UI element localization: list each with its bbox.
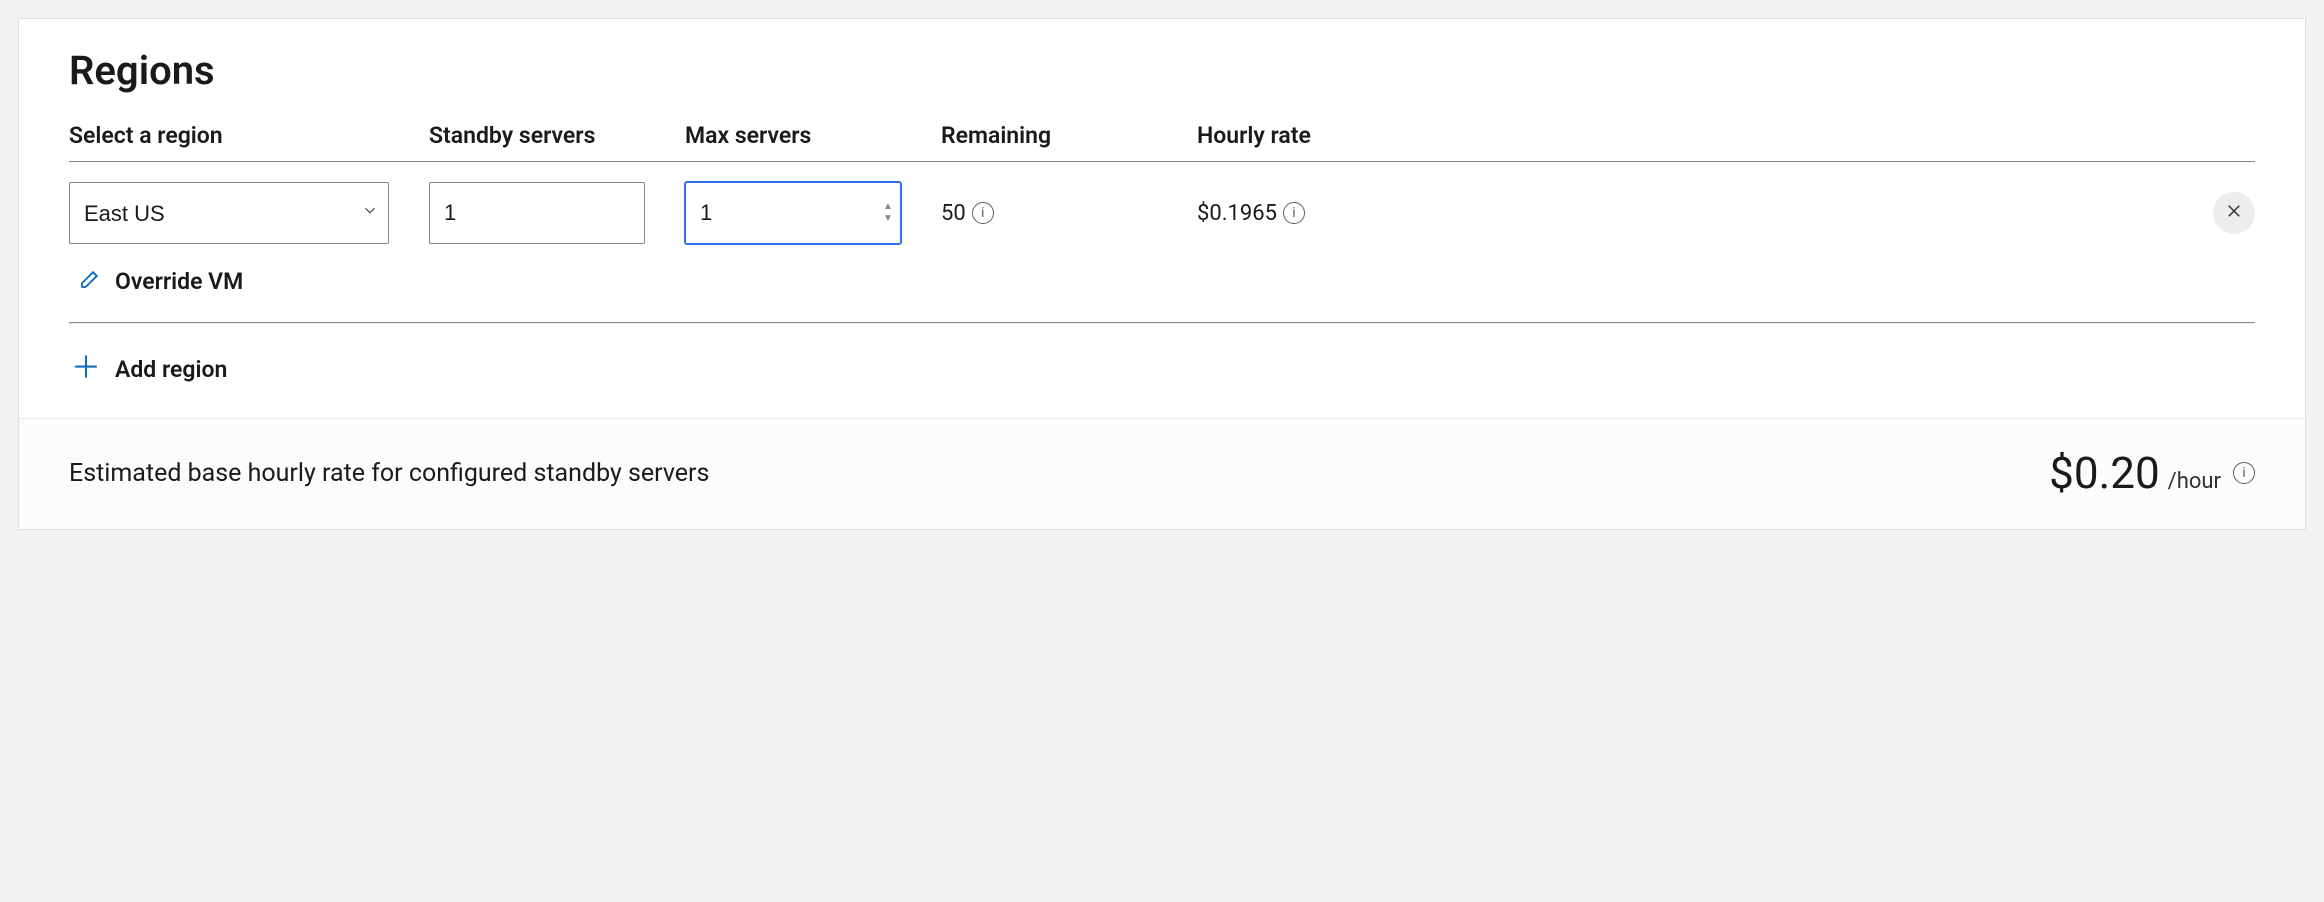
section-title: Regions [69,47,2255,94]
max-spinner: ▲ ▼ [685,182,901,244]
hourly-value: $0.1965 [1197,201,1277,226]
delete-row-button[interactable] [2213,192,2255,234]
regions-card: Regions Select a region Standby servers … [18,18,2306,530]
info-icon[interactable]: i [1283,202,1305,224]
standby-cell [429,182,685,244]
spinner-down-icon[interactable]: ▼ [881,214,895,224]
spinner-buttons: ▲ ▼ [881,202,895,224]
max-input[interactable] [685,182,901,244]
add-region-label: Add region [115,356,227,383]
header-remaining: Remaining [941,122,1197,149]
row-separator [69,322,2255,324]
header-region: Select a region [69,122,429,149]
estimate-footer: Estimated base hourly rate for configure… [19,418,2305,529]
close-icon [2225,201,2243,226]
pencil-icon [79,266,103,296]
override-vm-label: Override VM [115,268,243,295]
region-select-wrap: East US [69,182,389,244]
spinner-up-icon[interactable]: ▲ [881,202,895,212]
table-row: East US ▲ ▼ [69,162,2255,244]
max-cell: ▲ ▼ [685,182,941,244]
estimate-label: Estimated base hourly rate for configure… [69,459,709,488]
header-max: Max servers [685,122,941,149]
delete-cell [2195,192,2255,234]
info-icon[interactable]: i [2233,462,2255,484]
header-standby: Standby servers [429,122,685,149]
remaining-value: 50 [941,201,966,226]
region-cell: East US [69,182,429,244]
info-icon[interactable]: i [972,202,994,224]
hourly-cell: $0.1965 i [1197,201,2195,226]
table-header-row: Select a region Standby servers Max serv… [69,122,2255,162]
override-vm-button[interactable]: Override VM [69,244,243,322]
header-hourly: Hourly rate [1197,122,2195,149]
add-region-button[interactable]: ＋ Add region [69,324,227,418]
standby-input[interactable] [429,182,645,244]
remaining-cell: 50 i [941,201,1197,226]
card-body: Regions Select a region Standby servers … [19,19,2305,418]
estimate-rate: $0.20 /hour i [2049,447,2255,499]
estimate-per: /hour [2168,469,2221,494]
plus-icon: ＋ [71,354,101,384]
estimate-amount: $0.20 [2049,447,2160,499]
region-select[interactable]: East US [69,182,389,244]
